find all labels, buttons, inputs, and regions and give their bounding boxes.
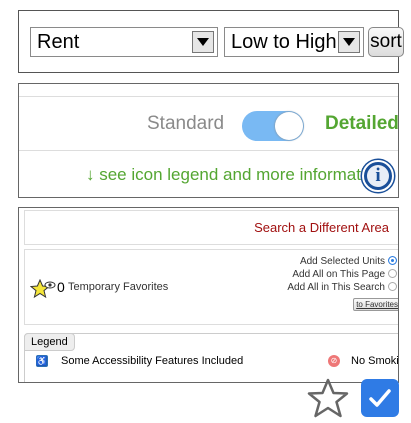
view-toggle-switch[interactable]	[242, 111, 304, 141]
radio[interactable]	[388, 282, 397, 291]
info-icon[interactable]: i	[362, 160, 394, 192]
icon-legend-link[interactable]: ↓ see icon legend and more information	[86, 165, 384, 185]
radio[interactable]	[388, 269, 397, 278]
favorite-star-eye-icon	[30, 279, 56, 299]
legend-item-label: Some Accessibility Features Included	[61, 355, 244, 367]
chevron-down-icon[interactable]	[192, 31, 214, 53]
no-smoking-icon: ⊘	[328, 355, 340, 367]
add-page-option[interactable]: Add All on This Page	[287, 269, 397, 282]
sort-field-select[interactable]: Rent	[30, 27, 218, 57]
search-area-bar: Search a Different Area	[24, 210, 398, 245]
sort-controls: Rent Low to High sort	[18, 10, 404, 73]
legend: Legend ♿ Some Accessibility Features Inc…	[24, 333, 399, 382]
favorites-count: 0	[57, 279, 65, 295]
add-search-option[interactable]: Add All in This Search	[287, 282, 397, 295]
favorites-actions: Add Selected Units Add All on This Page …	[287, 256, 398, 311]
add-selected-option[interactable]: Add Selected Units	[287, 256, 397, 269]
view-mode-panel: Standard Detailed ↓ see icon legend and …	[18, 83, 399, 198]
legend-item-label: No Smoking	[351, 355, 399, 367]
accessibility-icon: ♿	[36, 355, 48, 367]
to-favorites-button[interactable]: to Favorites	[353, 298, 398, 311]
detailed-view-label[interactable]: Detailed	[325, 113, 399, 135]
standard-view-label[interactable]: Standard	[147, 113, 224, 135]
sort-order-value: Low to High	[231, 31, 337, 53]
temporary-favorites-panel: 0 Temporary Favorites Add Selected Units…	[24, 249, 398, 325]
toggle-knob[interactable]	[275, 112, 303, 140]
favorites-label: Temporary Favorites	[68, 281, 169, 293]
results-tools-panel: Search a Different Area 0 Temporary Favo…	[18, 207, 399, 383]
sort-button[interactable]: sort	[368, 27, 404, 57]
divider	[19, 150, 398, 151]
chevron-down-icon[interactable]	[338, 31, 360, 53]
legend-title: Legend	[24, 333, 75, 351]
divider	[19, 96, 398, 97]
checkbox-checked-icon[interactable]	[361, 379, 399, 417]
sort-field-value: Rent	[37, 31, 80, 53]
sort-order-select[interactable]: Low to High	[224, 27, 364, 57]
search-different-area-link[interactable]: Search a Different Area	[254, 220, 389, 235]
star-outline-icon[interactable]	[305, 377, 351, 419]
radio-selected[interactable]	[388, 256, 397, 265]
